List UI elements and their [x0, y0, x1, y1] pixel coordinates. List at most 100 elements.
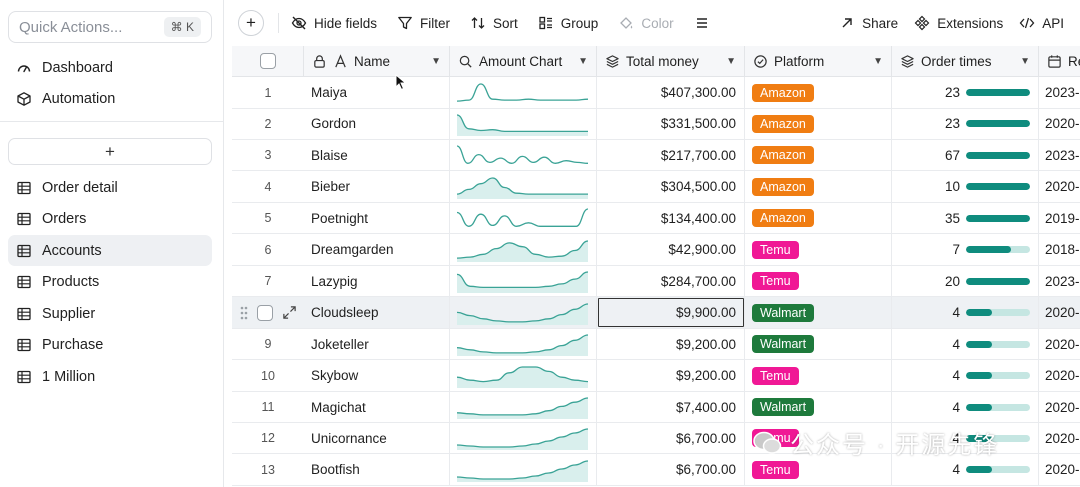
sidebar-item-order-detail[interactable]: Order detail: [8, 172, 212, 203]
name-cell[interactable]: Dreamgarden: [304, 234, 450, 266]
date-cell[interactable]: 2020-: [1039, 297, 1080, 328]
header-amount-chart[interactable]: Amount Chart ▼: [450, 46, 597, 77]
platform-cell[interactable]: Amazon: [745, 77, 892, 108]
order-times-cell[interactable]: 4: [892, 360, 1039, 392]
name-cell[interactable]: Blaise: [304, 139, 450, 171]
date-cell[interactable]: 2023-: [1039, 77, 1080, 108]
quick-actions-search[interactable]: Quick Actions... ⌘ K: [8, 11, 212, 43]
caret-down-icon[interactable]: ▼: [578, 56, 588, 67]
date-cell[interactable]: 2020-: [1039, 454, 1080, 485]
api-button[interactable]: API: [1019, 15, 1064, 31]
amount-chart-cell[interactable]: [450, 265, 597, 297]
table-row[interactable]: 6 Dreamgarden $42,900.00 Temu 7 2018-: [232, 234, 1080, 266]
name-cell[interactable]: Maiya: [304, 77, 450, 108]
platform-cell[interactable]: Temu: [745, 360, 892, 392]
amount-chart-cell[interactable]: [450, 234, 597, 266]
add-table-button[interactable]: +: [8, 138, 212, 165]
order-times-cell[interactable]: 20: [892, 265, 1039, 297]
platform-cell[interactable]: Walmart: [745, 328, 892, 360]
platform-cell[interactable]: Walmart: [745, 297, 892, 329]
sort-button[interactable]: Sort: [470, 15, 518, 31]
name-cell[interactable]: Cloudsleep: [304, 297, 450, 329]
name-cell[interactable]: Gordon: [304, 108, 450, 140]
filter-button[interactable]: Filter: [397, 15, 450, 31]
total-money-cell[interactable]: $134,400.00: [597, 202, 745, 234]
table-row[interactable]: 7 Lazypig $284,700.00 Temu 20 2023-: [232, 265, 1080, 298]
name-cell[interactable]: Bootfish: [304, 454, 450, 486]
group-button[interactable]: Group: [538, 15, 598, 31]
amount-chart-cell[interactable]: [450, 202, 597, 234]
table-row[interactable]: 2 Gordon $331,500.00 Amazon 23 2020-: [232, 108, 1080, 140]
table-row[interactable]: 1 Maiya $407,300.00 Amazon 23 2023-: [232, 77, 1080, 109]
order-times-cell[interactable]: 7: [892, 234, 1039, 266]
header-order-times[interactable]: Order times ▼: [892, 46, 1039, 77]
date-cell[interactable]: 2023-: [1039, 266, 1080, 297]
date-cell[interactable]: 2020-: [1039, 171, 1080, 202]
more-options-button[interactable]: [694, 15, 717, 31]
name-cell[interactable]: Bieber: [304, 171, 450, 203]
amount-chart-cell[interactable]: [450, 139, 597, 171]
amount-chart-cell[interactable]: [450, 454, 597, 486]
caret-down-icon[interactable]: ▼: [1020, 56, 1030, 67]
add-record-button[interactable]: +: [238, 10, 264, 36]
drag-handle-icon[interactable]: [239, 305, 249, 321]
table-row[interactable]: 9 Joketeller $9,200.00 Walmart 4 2020-: [232, 328, 1080, 361]
amount-chart-cell[interactable]: [450, 297, 597, 329]
table-row[interactable]: 3 Blaise $217,700.00 Amazon 67 2023-: [232, 139, 1080, 172]
amount-chart-cell[interactable]: [450, 328, 597, 360]
name-cell[interactable]: Poetnight: [304, 202, 450, 234]
total-money-cell[interactable]: $6,700.00: [597, 454, 745, 486]
order-times-cell[interactable]: 4: [892, 391, 1039, 423]
caret-down-icon[interactable]: ▼: [726, 56, 736, 67]
sidebar-item-products[interactable]: Products: [8, 267, 212, 298]
table-row[interactable]: 5 Poetnight $134,400.00 Amazon 35 2019-: [232, 202, 1080, 235]
total-money-cell[interactable]: $217,700.00: [597, 139, 745, 171]
amount-chart-cell[interactable]: [450, 77, 597, 108]
date-cell[interactable]: 2020-: [1039, 423, 1080, 454]
total-money-cell[interactable]: $9,200.00: [597, 360, 745, 392]
total-money-cell[interactable]: $407,300.00: [597, 77, 745, 108]
order-times-cell[interactable]: 4: [892, 328, 1039, 360]
order-times-cell[interactable]: 4: [892, 297, 1039, 329]
extensions-button[interactable]: Extensions: [914, 15, 1003, 31]
sidebar-item-accounts[interactable]: Accounts: [8, 235, 212, 266]
amount-chart-cell[interactable]: [450, 422, 597, 454]
sidebar-item-orders[interactable]: Orders: [8, 204, 212, 235]
sidebar-item-1-million[interactable]: 1 Million: [8, 361, 212, 392]
amount-chart-cell[interactable]: [450, 391, 597, 423]
name-cell[interactable]: Magichat: [304, 391, 450, 423]
share-button[interactable]: Share: [839, 15, 898, 31]
sidebar-item-automation[interactable]: Automation: [8, 84, 212, 115]
platform-cell[interactable]: Amazon: [745, 108, 892, 140]
row-tools[interactable]: [232, 297, 304, 328]
platform-cell[interactable]: Walmart: [745, 391, 892, 423]
hide-fields-button[interactable]: Hide fields: [291, 15, 377, 31]
name-cell[interactable]: Joketeller: [304, 328, 450, 360]
platform-cell[interactable]: Temu: [745, 234, 892, 266]
platform-cell[interactable]: Amazon: [745, 202, 892, 234]
amount-chart-cell[interactable]: [450, 171, 597, 203]
order-times-cell[interactable]: 23: [892, 77, 1039, 108]
caret-down-icon[interactable]: ▼: [431, 56, 441, 67]
header-name[interactable]: Name ▼: [304, 46, 450, 77]
order-times-cell[interactable]: 23: [892, 108, 1039, 140]
total-money-cell[interactable]: $6,700.00: [597, 422, 745, 454]
date-cell[interactable]: 2020-: [1039, 392, 1080, 423]
sidebar-item-dashboard[interactable]: Dashboard: [8, 52, 212, 83]
table-row[interactable]: 11 Magichat $7,400.00 Walmart 4 2020-: [232, 391, 1080, 423]
total-money-cell[interactable]: $42,900.00: [597, 234, 745, 266]
date-cell[interactable]: 2020-: [1039, 360, 1080, 391]
row-checkbox[interactable]: [257, 304, 273, 321]
select-all-checkbox[interactable]: [259, 53, 276, 69]
total-money-cell[interactable]: $304,500.00: [597, 171, 745, 203]
sidebar-item-purchase[interactable]: Purchase: [8, 330, 212, 361]
platform-cell[interactable]: Amazon: [745, 171, 892, 203]
order-times-cell[interactable]: 10: [892, 171, 1039, 203]
header-date[interactable]: Re: [1039, 46, 1080, 77]
table-row[interactable]: Cloudsleep $9,900.00 Walmart 4 2020-: [232, 297, 1080, 329]
platform-cell[interactable]: Temu: [745, 265, 892, 297]
total-money-cell[interactable]: $7,400.00: [597, 391, 745, 423]
table-row[interactable]: 4 Bieber $304,500.00 Amazon 10 2020-: [232, 171, 1080, 203]
caret-down-icon[interactable]: ▼: [873, 56, 883, 67]
platform-cell[interactable]: Amazon: [745, 139, 892, 171]
